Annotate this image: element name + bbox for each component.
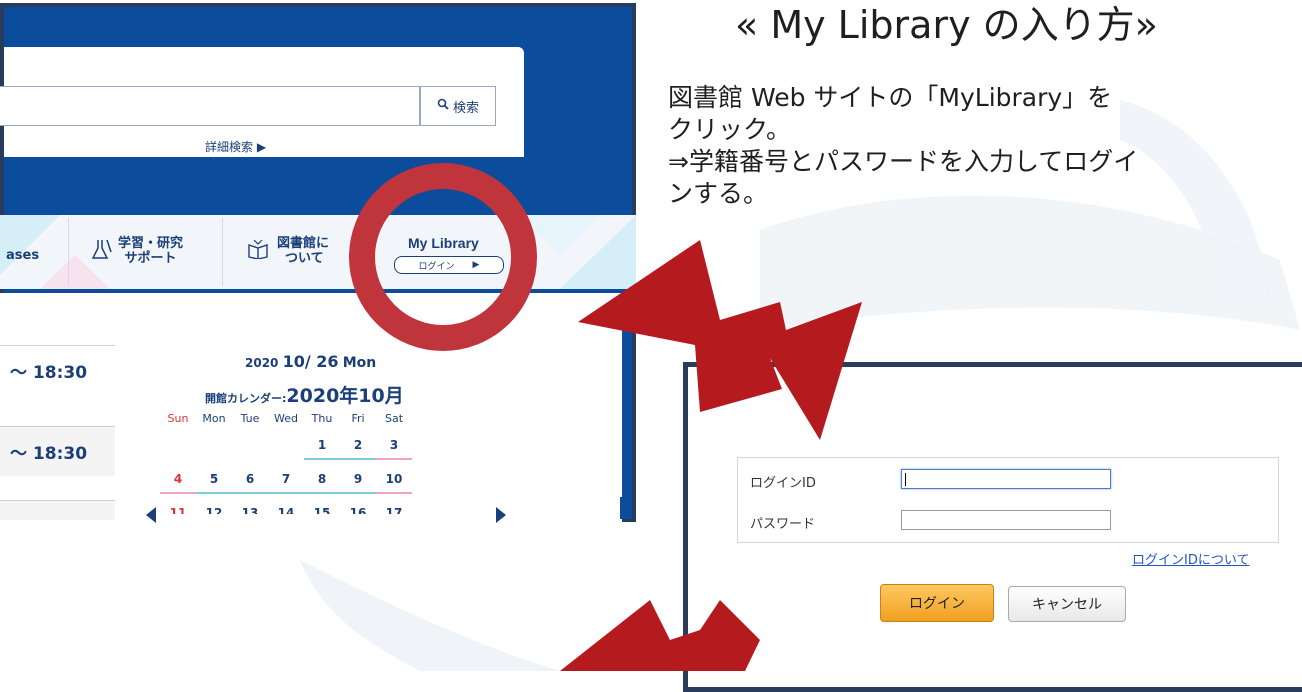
- calendar-day[interactable]: 3: [376, 432, 412, 460]
- calendar-week-row: 1 2 3: [160, 432, 412, 460]
- my-library-title[interactable]: My Library: [408, 235, 479, 251]
- calendar-day: [160, 432, 196, 458]
- search-input[interactable]: [0, 86, 420, 126]
- description-line: ⇒学籍番号とパスワードを入力してログイ: [668, 147, 1139, 176]
- calendar-today: 2020 10/ 26 Mon: [245, 352, 377, 371]
- weekday-header: Tue: [240, 412, 260, 425]
- calendar-day[interactable]: 1: [304, 432, 340, 460]
- search-icon: [437, 98, 449, 114]
- opening-hours: ～ 18:30: [0, 345, 115, 395]
- flask-icon: [91, 238, 112, 264]
- about-login-id-link[interactable]: ログインIDについて: [1132, 549, 1249, 568]
- calendar-day[interactable]: 13: [232, 500, 268, 514]
- calendar-grid: Sun Mon Tue Wed Thu Fri Sat 1 2 3 4 5 6 …: [160, 412, 412, 514]
- description-line: 図書館 Web サイトの「MyLibrary」を: [668, 83, 1113, 112]
- calendar-day[interactable]: 4: [160, 466, 196, 494]
- side-tab: [620, 497, 632, 519]
- nav-databases[interactable]: ases: [6, 248, 39, 263]
- login-id-input[interactable]: [901, 469, 1111, 489]
- calendar-prev-icon[interactable]: [146, 507, 156, 523]
- description-line: クリック。: [668, 115, 792, 144]
- weekday-header: Wed: [274, 412, 298, 425]
- calendar-day[interactable]: 2: [340, 432, 376, 460]
- calendar-day[interactable]: 5: [196, 466, 232, 494]
- calendar-day[interactable]: 11: [160, 500, 196, 514]
- weekday-header: Mon: [202, 412, 226, 425]
- nav-about-library[interactable]: 図書館に ついて: [247, 236, 329, 266]
- calendar-day[interactable]: 16: [340, 500, 376, 514]
- login-button[interactable]: ログイン: [880, 584, 994, 622]
- nav-divider: [68, 218, 69, 286]
- nav-divider: [370, 218, 371, 286]
- calendar-week-row: 11 12 13 14 15 16 17: [160, 500, 412, 514]
- calendar-month: 開館カレンダー:2020年10月: [205, 385, 404, 407]
- nav-study-support[interactable]: 学習・研究 サポート: [91, 236, 183, 266]
- cancel-button[interactable]: キャンセル: [1008, 586, 1126, 622]
- weekday-header: Fri: [351, 412, 365, 425]
- search-button-label: 検索: [452, 100, 479, 116]
- opening-hours-row: [0, 500, 115, 520]
- login-id-label: ログインID: [750, 476, 816, 491]
- calendar-day[interactable]: 14: [268, 500, 304, 514]
- description-line: ンする。: [668, 179, 769, 208]
- calendar-day: [196, 432, 232, 458]
- calendar-day[interactable]: 17: [376, 500, 412, 514]
- weekday-header: Thu: [311, 412, 333, 425]
- calendar-day[interactable]: 9: [340, 466, 376, 494]
- calendar-day[interactable]: 6: [232, 466, 268, 494]
- search-button[interactable]: 検索: [420, 86, 496, 126]
- calendar-day[interactable]: 10: [376, 466, 412, 494]
- calendar-week-row: 4 5 6 7 8 9 10: [160, 466, 412, 494]
- arrow-right-icon: ▶: [472, 260, 480, 270]
- calendar-day[interactable]: 15: [304, 500, 340, 514]
- slide-description: 図書館 Web サイトの「MyLibrary」を クリック。 ⇒学籍番号とパスワ…: [668, 82, 1298, 210]
- calendar-day: [268, 432, 304, 458]
- nav-divider: [222, 218, 223, 286]
- calendar-day: [232, 432, 268, 458]
- book-icon: [247, 239, 269, 263]
- weekday-header: Sun: [167, 412, 189, 425]
- calendar-header-row: Sun Mon Tue Wed Thu Fri Sat: [160, 412, 412, 432]
- password-label: パスワード: [750, 517, 816, 532]
- calendar-day[interactable]: 8: [304, 466, 340, 494]
- calendar-next-icon[interactable]: [496, 507, 506, 523]
- opening-hours: ～ 18:30: [0, 426, 115, 476]
- slide-title: « My Library の入り方»: [735, 3, 1158, 47]
- my-library-login-button[interactable]: ログイン ▶: [394, 256, 504, 274]
- weekday-header: Sat: [384, 412, 404, 425]
- calendar-day[interactable]: 12: [196, 500, 232, 514]
- password-input[interactable]: [901, 510, 1111, 530]
- calendar-day[interactable]: 7: [268, 466, 304, 494]
- advanced-search-link[interactable]: 詳細検索 ▶: [205, 138, 266, 155]
